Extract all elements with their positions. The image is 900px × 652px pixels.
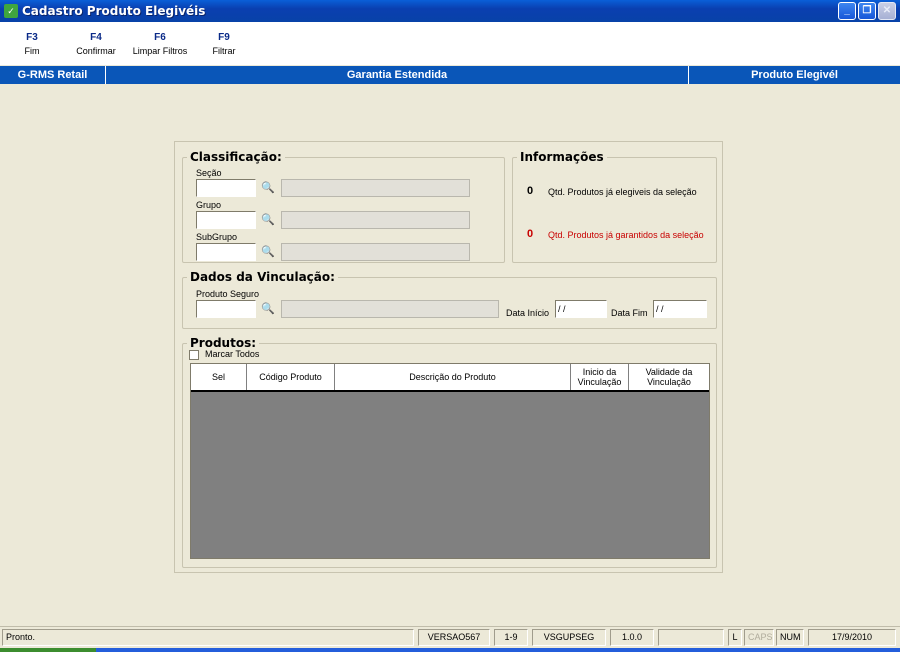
- status-versao: VERSAO567: [418, 629, 490, 646]
- produto-seguro-label: Produto Seguro: [196, 289, 260, 299]
- taskbar-strip: [0, 648, 900, 652]
- garantidos-text: Qtd. Produtos já garantidos da seleção: [548, 230, 704, 240]
- title-bar: ✓ Cadastro Produto Elegivéis _ ❐ ✕: [0, 0, 900, 22]
- data-inicio-label: Data Início: [506, 308, 550, 318]
- limpar-filtros-button[interactable]: F6 Limpar Filtros: [128, 22, 192, 65]
- binoculars-icon[interactable]: 🔍: [259, 300, 277, 318]
- grid-header: Sel Código Produto Descrição do Produto …: [191, 364, 709, 392]
- binoculars-icon[interactable]: 🔍: [259, 243, 277, 261]
- status-range: 1-9: [494, 629, 528, 646]
- fim-key: F3: [26, 32, 38, 43]
- produto-seguro-input[interactable]: [196, 300, 256, 318]
- status-caps: CAPS: [744, 629, 774, 646]
- confirmar-label: Confirmar: [76, 46, 116, 56]
- status-message: Pronto.: [2, 629, 414, 646]
- grupo-label: Grupo: [196, 200, 222, 210]
- data-fim-label: Data Fim: [611, 308, 648, 318]
- col-descricao-produto[interactable]: Descrição do Produto: [335, 364, 571, 390]
- garantidos-count: 0: [527, 228, 534, 240]
- minimize-button[interactable]: _: [838, 2, 856, 20]
- col-inicio-vinculacao[interactable]: Inicio da Vinculação: [571, 364, 629, 390]
- marcar-todos-checkbox[interactable]: [189, 350, 199, 360]
- header-band: G-RMS Retail Garantia Estendida Produto …: [0, 66, 900, 84]
- status-bar: Pronto. VERSAO567 1-9 VSGUPSEG 1.0.0 L C…: [0, 626, 900, 648]
- limpar-filtros-key: F6: [154, 32, 166, 43]
- start-button[interactable]: [0, 648, 96, 652]
- status-module: VSGUPSEG: [532, 629, 606, 646]
- col-validade-vinculacao[interactable]: Validade da Vinculação: [629, 364, 709, 390]
- toolbar: F3 Fim F4 Confirmar F6 Limpar Filtros F9…: [0, 22, 900, 65]
- main-panel: Classificação: Seção 🔍 Grupo 🔍 SubGrupo …: [174, 141, 723, 573]
- col-codigo-produto[interactable]: Código Produto: [247, 364, 335, 390]
- grupo-desc-field: [281, 211, 470, 229]
- restore-button[interactable]: ❐: [858, 2, 876, 20]
- col-sel[interactable]: Sel: [191, 364, 247, 390]
- window-title: Cadastro Produto Elegivéis: [22, 4, 206, 18]
- confirmar-button[interactable]: F4 Confirmar: [64, 22, 128, 65]
- informacoes-group: Informações: [512, 150, 717, 263]
- status-num: NUM: [776, 629, 804, 646]
- subgrupo-label: SubGrupo: [196, 232, 238, 242]
- marcar-todos-label: Marcar Todos: [205, 349, 260, 359]
- subgrupo-code-input[interactable]: [196, 243, 256, 261]
- subgrupo-desc-field: [281, 243, 470, 261]
- limpar-filtros-label: Limpar Filtros: [132, 46, 188, 56]
- grupo-code-input[interactable]: [196, 211, 256, 229]
- data-inicio-input[interactable]: / /: [555, 300, 607, 318]
- elegiveis-text: Qtd. Produtos já elegiveis da seleção: [548, 187, 697, 197]
- binoculars-icon[interactable]: 🔍: [259, 179, 277, 197]
- produtos-legend: Produtos:: [190, 336, 257, 350]
- binoculars-icon[interactable]: 🔍: [259, 211, 277, 229]
- status-l: L: [728, 629, 742, 646]
- produto-seguro-desc: [281, 300, 499, 318]
- classificacao-legend: Classificação:: [190, 150, 282, 164]
- fim-label: Fim: [24, 46, 40, 56]
- secao-label: Seção: [196, 168, 222, 178]
- band-app-name: G-RMS Retail: [0, 66, 106, 84]
- informacoes-legend: Informações: [520, 150, 604, 164]
- filtrar-button[interactable]: F9 Filtrar: [192, 22, 256, 65]
- status-empty: [658, 629, 724, 646]
- elegiveis-count: 0: [527, 185, 534, 197]
- status-date: 17/9/2010: [808, 629, 896, 646]
- app-icon: ✓: [4, 4, 18, 18]
- status-version-num: 1.0.0: [610, 629, 654, 646]
- secao-code-input[interactable]: [196, 179, 256, 197]
- filtrar-label: Filtrar: [212, 46, 236, 56]
- produtos-grid[interactable]: Sel Código Produto Descrição do Produto …: [190, 363, 710, 559]
- data-fim-input[interactable]: / /: [653, 300, 707, 318]
- fim-button[interactable]: F3 Fim: [0, 22, 64, 65]
- window-controls: _ ❐ ✕: [838, 2, 896, 20]
- confirmar-key: F4: [90, 32, 102, 43]
- vinculacao-legend: Dados da Vinculação:: [190, 270, 335, 284]
- band-screen: Produto Elegivél: [688, 66, 900, 84]
- close-button[interactable]: ✕: [878, 2, 896, 20]
- filtrar-key: F9: [218, 32, 230, 43]
- band-module: Garantia Estendida: [346, 69, 448, 81]
- secao-desc-field: [281, 179, 470, 197]
